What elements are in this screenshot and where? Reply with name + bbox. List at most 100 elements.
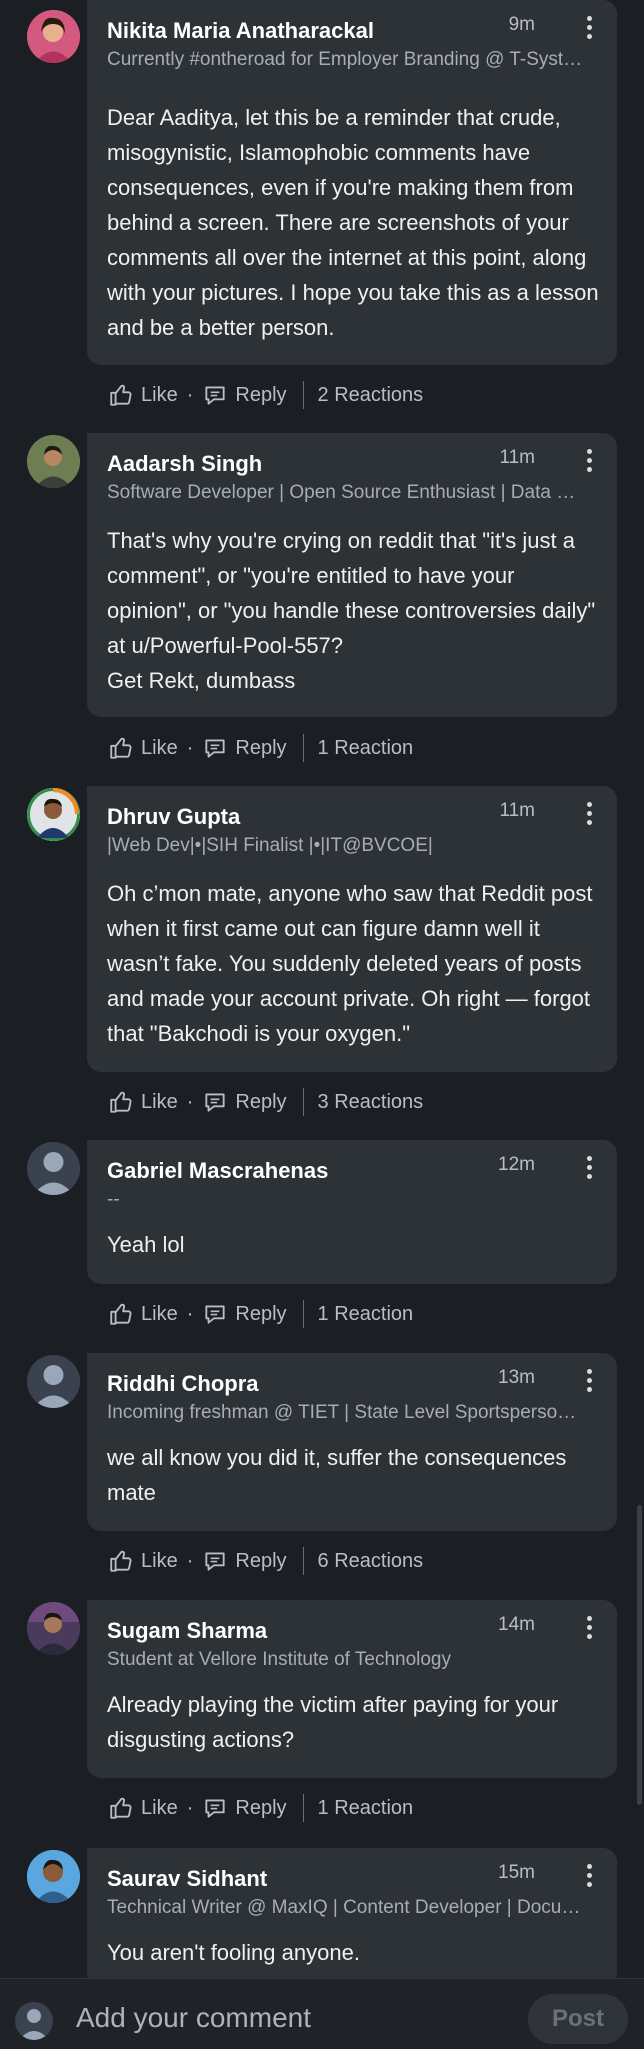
commenter-headline: Incoming freshman @ TIET | State Level S…: [107, 1402, 577, 1423]
commenter-name[interactable]: Aadarsh Singh: [107, 451, 262, 477]
commenter-name[interactable]: Nikita Maria Anatharackal: [107, 18, 374, 44]
reply-button[interactable]: Reply: [202, 1301, 287, 1327]
comment-time: 13m: [498, 1367, 535, 1388]
separator-dot: ·: [186, 1302, 194, 1325]
reply-icon: [205, 386, 225, 405]
commenter-headline: --: [107, 1189, 120, 1210]
reply-icon: [205, 739, 225, 758]
avatar[interactable]: [27, 788, 80, 841]
more-options-icon[interactable]: [575, 1150, 603, 1184]
comment-time: 11m: [499, 447, 535, 468]
divider: [302, 1088, 304, 1116]
comment-bubble: Aadarsh Singh Software Developer | Open …: [87, 433, 617, 717]
comment-actions: Like · Reply 3 Reactions: [108, 1084, 423, 1120]
commenter-name[interactable]: Sugam Sharma: [107, 1618, 267, 1644]
comment-actions: Like · Reply 6 Reactions: [108, 1543, 423, 1579]
reply-button[interactable]: Reply: [202, 1795, 287, 1821]
like-label: Like: [141, 1796, 178, 1819]
more-options-icon[interactable]: [575, 10, 603, 44]
divider: [302, 381, 304, 409]
more-options-icon[interactable]: [575, 1610, 603, 1644]
commenter-name[interactable]: Dhruv Gupta: [107, 804, 240, 830]
reply-label: Reply: [235, 1796, 287, 1819]
reply-label: Reply: [235, 1090, 287, 1113]
like-label: Like: [141, 1549, 178, 1572]
comment-text: Already playing the victim after paying …: [107, 1692, 559, 1752]
commenter-headline: Technical Writer @ MaxIQ | Content Devel…: [107, 1897, 581, 1918]
avatar[interactable]: [27, 1355, 80, 1408]
divider: [302, 734, 304, 762]
like-button[interactable]: Like: [108, 1301, 178, 1327]
comment-time: 15m: [498, 1862, 535, 1883]
reply-label: Reply: [235, 383, 287, 406]
comment-input[interactable]: [74, 2001, 478, 2035]
comment-composer: Post: [0, 1978, 644, 2049]
more-options-icon[interactable]: [575, 443, 603, 477]
thumbs-up-icon: [110, 737, 132, 759]
comment-bubble: Saurav Sidhant Technical Writer @ MaxIQ …: [87, 1848, 617, 1988]
reactions-count[interactable]: 6 Reactions: [318, 1550, 424, 1573]
comment-bubble: Gabriel Mascrahenas -- 12m Yeah lol: [87, 1140, 617, 1284]
reply-button[interactable]: Reply: [202, 1089, 287, 1115]
reactions-count[interactable]: 3 Reactions: [318, 1091, 424, 1114]
reply-icon: [205, 1305, 225, 1324]
comment-bubble: Sugam Sharma Student at Vellore Institut…: [87, 1600, 617, 1778]
reactions-count[interactable]: 1 Reaction: [318, 737, 414, 760]
comment-time: 12m: [498, 1154, 535, 1175]
comment-text: Yeah lol: [107, 1232, 185, 1257]
comment-bubble: Dhruv Gupta |Web Dev|•|SIH Finalist |•|I…: [87, 786, 617, 1072]
separator-dot: ·: [186, 1549, 194, 1572]
commenter-headline: Currently #ontheroad for Employer Brandi…: [107, 49, 583, 70]
current-user-avatar: [15, 2002, 53, 2040]
comment-time: 9m: [508, 14, 535, 35]
commenter-headline: Student at Vellore Institute of Technolo…: [107, 1649, 451, 1670]
like-label: Like: [141, 383, 178, 406]
reply-label: Reply: [235, 1549, 287, 1572]
like-button[interactable]: Like: [108, 1795, 178, 1821]
comment-text: Dear Aaditya, let this be a reminder tha…: [107, 105, 599, 340]
avatar[interactable]: [27, 1602, 80, 1655]
commenter-name[interactable]: Saurav Sidhant: [107, 1866, 267, 1892]
reply-icon: [205, 1552, 225, 1571]
reply-button[interactable]: Reply: [202, 1548, 287, 1574]
commenter-name[interactable]: Gabriel Mascrahenas: [107, 1158, 328, 1184]
scrollbar[interactable]: [637, 1505, 642, 1805]
like-button[interactable]: Like: [108, 382, 178, 408]
reactions-count[interactable]: 1 Reaction: [318, 1303, 414, 1326]
avatar[interactable]: [27, 1142, 80, 1195]
reply-button[interactable]: Reply: [202, 735, 287, 761]
reply-icon: [205, 1093, 225, 1112]
reply-button[interactable]: Reply: [202, 382, 287, 408]
separator-dot: ·: [186, 736, 194, 759]
comment-text: That's why you're crying on reddit that …: [107, 528, 596, 693]
avatar[interactable]: [27, 10, 80, 63]
more-options-icon[interactable]: [575, 796, 603, 830]
like-button[interactable]: Like: [108, 1548, 178, 1574]
divider: [302, 1547, 304, 1575]
more-options-icon[interactable]: [575, 1858, 603, 1892]
separator-dot: ·: [186, 1090, 194, 1113]
separator-dot: ·: [186, 383, 194, 406]
like-label: Like: [141, 736, 178, 759]
divider: [302, 1300, 304, 1328]
comment-actions: Like · Reply 2 Reactions: [108, 377, 423, 413]
avatar[interactable]: [27, 435, 80, 488]
more-options-icon[interactable]: [575, 1363, 603, 1397]
divider: [302, 1794, 304, 1822]
post-button[interactable]: Post: [528, 1994, 628, 2044]
comment-actions: Like · Reply 1 Reaction: [108, 1790, 413, 1826]
comment-bubble: Nikita Maria Anatharackal Currently #ont…: [87, 0, 617, 365]
thumbs-up-icon: [110, 1303, 132, 1325]
commenter-headline: Software Developer | Open Source Enthusi…: [107, 482, 576, 503]
commenter-name[interactable]: Riddhi Chopra: [107, 1371, 259, 1397]
comment-text: we all know you did it, suffer the conse…: [107, 1445, 567, 1505]
reply-icon: [205, 1799, 225, 1818]
reactions-count[interactable]: 1 Reaction: [318, 1797, 414, 1820]
reactions-count[interactable]: 2 Reactions: [318, 384, 424, 407]
comment-text: You aren't fooling anyone.: [107, 1940, 360, 1965]
avatar[interactable]: [27, 1850, 80, 1903]
like-button[interactable]: Like: [108, 735, 178, 761]
comment-actions: Like · Reply 1 Reaction: [108, 730, 413, 766]
thumbs-up-icon: [110, 1797, 132, 1819]
like-button[interactable]: Like: [108, 1089, 178, 1115]
